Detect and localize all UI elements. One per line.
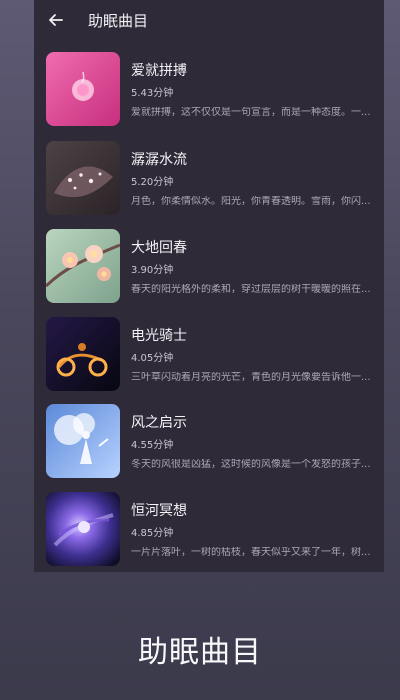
track-item-2[interactable]: 潺潺水流 5.20分钟 月色，你柔情似水。阳光，你青春透明。雪雨，你闪... (34, 141, 384, 219)
track-title: 大地回春 (131, 240, 187, 256)
arrow-left-icon (49, 14, 63, 26)
track-description: 月色，你柔情似水。阳光，你青春透明。雪雨，你闪... (131, 196, 371, 207)
track-duration: 4.85分钟 (131, 528, 174, 539)
promo-caption: 助眠曲目 (138, 635, 262, 670)
track-duration: 4.05分钟 (131, 353, 174, 364)
track-cover-6 (46, 492, 120, 566)
track-cover-1 (46, 52, 120, 126)
top-bar: 助眠曲目 (34, 0, 384, 40)
track-meta-2: 潺潺水流 5.20分钟 月色，你柔情似水。阳光，你青春透明。雪雨，你闪... (131, 151, 377, 208)
track-description: 爱就拼搏，这不仅仅是一句宣言，而是一种态度。一... (131, 107, 371, 118)
track-item-4[interactable]: 电光骑士 4.05分钟 三叶草闪动着月亮的光芒，青色的月光像要告诉他一... (34, 317, 384, 395)
track-item-6[interactable]: 恒河冥想 4.85分钟 一片片落叶，一树的枯枝，春天似乎又来了一年，树... (34, 492, 384, 570)
track-duration: 4.55分钟 (131, 440, 174, 451)
track-description: 春天的阳光格外的柔和，穿过层层的树干暖暖的照在... (131, 284, 371, 295)
track-cover-5 (46, 404, 120, 478)
track-item-5[interactable]: 风之启示 4.55分钟 冬天的风很是凶猛，这时候的风像是一个发怒的孩子... (34, 404, 384, 482)
track-description: 冬天的风很是凶猛，这时候的风像是一个发怒的孩子... (131, 459, 371, 470)
track-meta-6: 恒河冥想 4.85分钟 一片片落叶，一树的枯枝，春天似乎又来了一年，树... (131, 502, 377, 559)
track-title: 电光骑士 (131, 328, 187, 344)
track-title: 风之启示 (131, 415, 187, 431)
track-meta-3: 大地回春 3.90分钟 春天的阳光格外的柔和，穿过层层的树干暖暖的照在... (131, 239, 377, 296)
track-title: 恒河冥想 (131, 503, 187, 519)
track-cover-4 (46, 317, 120, 391)
track-description: 一片片落叶，一树的枯枝，春天似乎又来了一年，树... (131, 547, 371, 558)
track-title: 爱就拼搏 (131, 63, 187, 79)
track-duration: 5.43分钟 (131, 88, 174, 99)
track-meta-4: 电光骑士 4.05分钟 三叶草闪动着月亮的光芒，青色的月光像要告诉他一... (131, 327, 377, 384)
track-cover-3 (46, 229, 120, 303)
track-duration: 5.20分钟 (131, 177, 174, 188)
track-duration: 3.90分钟 (131, 265, 174, 276)
track-meta-1: 爱就拼搏 5.43分钟 爱就拼搏，这不仅仅是一句宣言，而是一种态度。一... (131, 62, 377, 119)
track-item-1[interactable]: 爱就拼搏 5.43分钟 爱就拼搏，这不仅仅是一句宣言，而是一种态度。一... (34, 52, 384, 130)
track-description: 三叶草闪动着月亮的光芒，青色的月光像要告诉他一... (131, 372, 371, 383)
back-button[interactable] (38, 0, 74, 40)
app-screen: 助眠曲目 爱就拼搏 5.43分钟 爱就拼搏，这不仅仅是一句宣言，而是一种态度。一… (34, 0, 384, 572)
track-cover-2 (46, 141, 120, 215)
track-meta-5: 风之启示 4.55分钟 冬天的风很是凶猛，这时候的风像是一个发怒的孩子... (131, 414, 377, 471)
track-item-3[interactable]: 大地回春 3.90分钟 春天的阳光格外的柔和，穿过层层的树干暖暖的照在... (34, 229, 384, 307)
page-title: 助眠曲目 (88, 11, 149, 30)
track-title: 潺潺水流 (131, 152, 187, 168)
